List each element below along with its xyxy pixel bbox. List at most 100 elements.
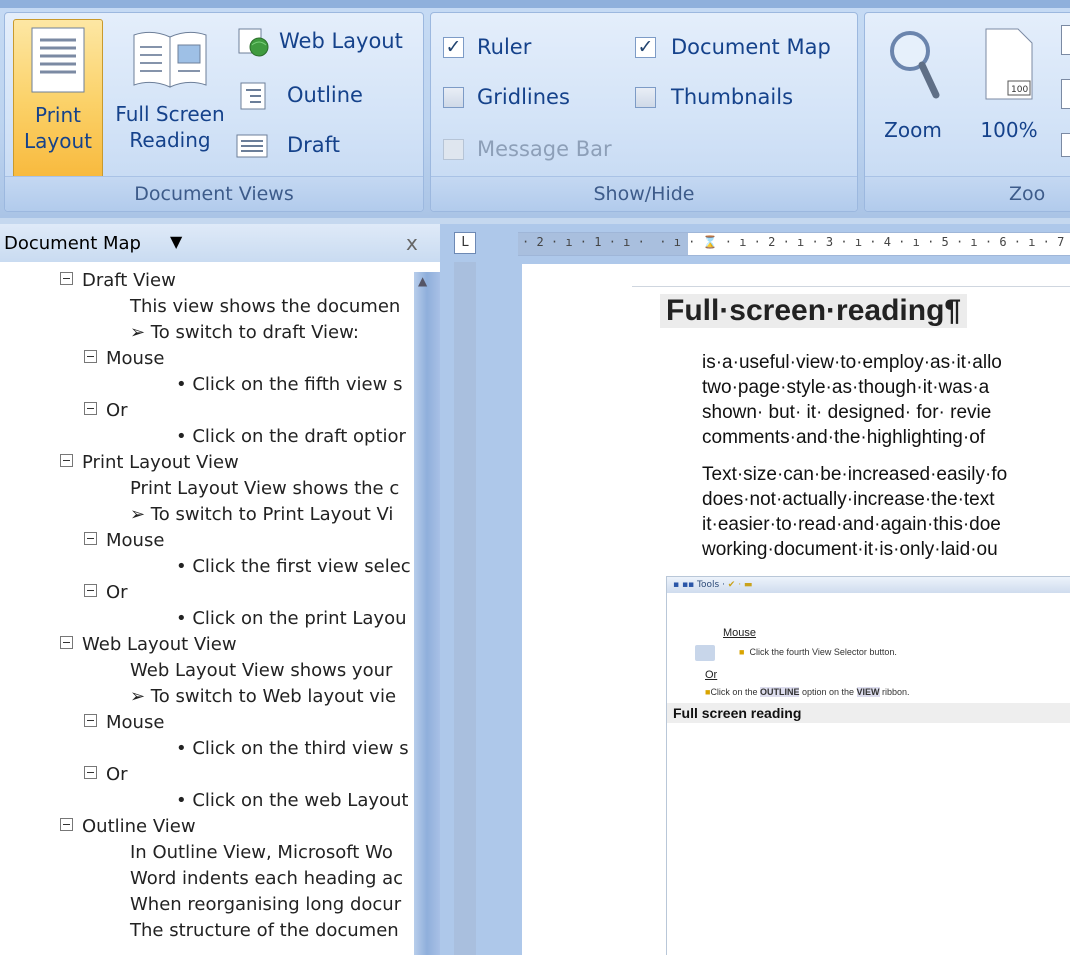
collapse-icon[interactable] — [84, 532, 97, 545]
tree-item-mouse[interactable]: Mouse — [84, 346, 164, 372]
tree-item[interactable]: Word indents each heading ac — [130, 866, 403, 892]
draft-button[interactable]: Draft — [235, 129, 421, 165]
tree-item[interactable]: This view shows the documen — [130, 294, 400, 320]
thumbnails-checkbox[interactable]: Thumbnails — [635, 85, 855, 115]
embedded-toolbar-text: Tools · — [697, 580, 725, 590]
print-layout-label-2: Layout — [24, 129, 92, 153]
document-map-label: Document Map — [671, 35, 831, 59]
tree-item-web-layout-view[interactable]: Web Layout View — [60, 632, 237, 658]
two-pages-icon[interactable] — [1061, 79, 1070, 109]
document-page[interactable]: Full·screen·reading¶ is·a·useful·view·to… — [522, 264, 1070, 955]
print-layout-label-1: Print — [34, 103, 81, 127]
tree-item-mouse[interactable]: Mouse — [84, 528, 164, 554]
ruler-checkbox[interactable]: ✓ Ruler — [443, 35, 613, 65]
document-map-header: Document Map ▼ x — [0, 224, 440, 262]
close-icon[interactable]: x — [406, 231, 418, 255]
bullet-icon: ■ — [739, 647, 745, 657]
paragraph-2-line-1: Text·size·can·be·increased·easily·fo — [702, 464, 1008, 485]
document-map-pane: Document Map ▼ x Draft View This view sh… — [0, 224, 440, 955]
document-map-check-icon: ✓ — [635, 37, 656, 58]
tree-item[interactable]: • Click on the web Layout — [176, 788, 409, 814]
collapse-icon[interactable] — [60, 636, 73, 649]
scroll-up-arrow-icon[interactable]: ▲ — [418, 274, 427, 288]
document-area: L · 2 · ı · 1 · ı · · ı · ⌛ · ı · 2 · ı … — [440, 224, 1070, 955]
paragraph-2-line-4: working·document·it·is·only·laid·ou — [702, 539, 998, 560]
tree-item-outline-view[interactable]: Outline View — [60, 814, 196, 840]
paragraph-2-line-2: does·not·actually·increase·the·text — [702, 489, 995, 510]
tree-item[interactable]: • Click on the fifth view s — [176, 372, 402, 398]
tree-item[interactable]: • Click on the draft optior — [176, 424, 406, 450]
document-map-checkbox[interactable]: ✓ Document Map — [635, 35, 855, 65]
collapse-icon[interactable] — [84, 714, 97, 727]
tree-item-mouse[interactable]: Mouse — [84, 710, 164, 736]
paragraph-1-line-1: is·a·useful·view·to·employ·as·it·allo — [702, 352, 1002, 373]
document-map-scrollbar[interactable] — [414, 272, 440, 955]
tree-item[interactable]: In Outline View, Microsoft Wo — [130, 840, 393, 866]
tree-item[interactable]: ➢ To switch to Print Layout Vi — [130, 502, 393, 528]
full-screen-reading-label-2: Reading — [129, 128, 211, 152]
document-views-group-label: Document Views — [5, 176, 423, 211]
web-layout-button[interactable]: Web Layout — [235, 25, 421, 61]
gridlines-check-icon — [443, 87, 464, 108]
ruler-label: Ruler — [477, 35, 532, 59]
embedded-heading: Full screen reading — [667, 703, 1070, 723]
gridlines-label: Gridlines — [477, 85, 570, 109]
hundred-percent-label: 100% — [980, 118, 1038, 142]
outline-icon — [240, 82, 266, 110]
tree-item[interactable]: The structure of the documen — [130, 918, 399, 944]
collapse-icon[interactable] — [60, 272, 73, 285]
collapse-icon[interactable] — [84, 402, 97, 415]
print-layout-icon — [31, 27, 85, 93]
collapse-icon[interactable] — [60, 818, 73, 831]
vertical-ruler[interactable] — [454, 262, 476, 955]
tree-item[interactable]: • Click on the third view s — [176, 736, 409, 762]
tab-selector-button[interactable]: L — [454, 232, 476, 254]
tree-item[interactable]: • Click on the print Layou — [176, 606, 407, 632]
embedded-toolbar-icons: ✔ · ▬ — [724, 580, 753, 590]
tree-item[interactable]: When reorganising long docur — [130, 892, 401, 918]
magnifier-icon — [890, 31, 940, 99]
full-screen-reading-button[interactable]: Full Screen Reading — [111, 19, 229, 181]
draft-icon — [236, 134, 268, 158]
tree-item-draft-view[interactable]: Draft View — [60, 272, 176, 294]
collapse-icon[interactable] — [84, 766, 97, 779]
collapse-icon[interactable] — [60, 454, 73, 467]
web-layout-label: Web Layout — [279, 29, 403, 53]
tree-item[interactable]: ➢ To switch to Web layout vie — [130, 684, 396, 710]
collapse-icon[interactable] — [84, 350, 97, 363]
full-screen-reading-label-1: Full Screen — [115, 102, 225, 126]
document-map-dropdown-icon[interactable]: ▼ — [170, 232, 182, 251]
tree-item-or[interactable]: Or — [84, 580, 128, 606]
paragraph-1-line-3: shown· but· it· designed· for· revie — [702, 402, 992, 423]
document-views-group: Print Layout Full Screen Reading Web Lay… — [4, 12, 424, 212]
outline-button[interactable]: Outline — [235, 79, 421, 115]
message-bar-checkbox: Message Bar — [443, 137, 643, 167]
embedded-or-link: Or — [705, 669, 718, 681]
print-layout-button[interactable]: Print Layout — [13, 19, 103, 181]
show-hide-group: ✓ Ruler Gridlines Message Bar ✓ Document… — [430, 12, 858, 212]
tree-item-or[interactable]: Or — [84, 762, 128, 788]
thumbnails-check-icon — [635, 87, 656, 108]
embedded-bullet-2: ■Click on the OUTLINE option on the VIEW… — [705, 687, 910, 697]
thumbnails-label: Thumbnails — [671, 85, 794, 109]
tree-item[interactable]: ➢ To switch to draft View: — [130, 320, 359, 346]
hundred-icon-text: 100 — [1011, 85, 1028, 95]
book-icon — [133, 31, 207, 88]
collapse-icon[interactable] — [84, 584, 97, 597]
tree-item-or[interactable]: Or — [84, 398, 128, 424]
gridlines-checkbox[interactable]: Gridlines — [443, 85, 613, 115]
page-width-icon[interactable] — [1061, 133, 1070, 157]
ruler-ticks: · 2 · ı · 1 · ı · · ı · ⌛ · ı · 2 · ı · … — [522, 235, 1065, 249]
paragraph-2-line-3: it·easier·to·read·and·again·this·doe — [702, 514, 1001, 535]
paragraph-1-line-2: two·page·style·as·though·it·was·a — [702, 377, 990, 398]
tree-item[interactable]: Web Layout View shows your — [130, 658, 392, 684]
zoom-group: Zoom 100 100% Zoo — [864, 12, 1070, 212]
tree-item[interactable]: Print Layout View shows the c — [130, 476, 399, 502]
tree-item[interactable]: • Click the first view selec — [176, 554, 411, 580]
horizontal-ruler[interactable]: · 2 · ı · 1 · ı · · ı · ⌛ · ı · 2 · ı · … — [518, 232, 1070, 256]
tree-item-print-layout-view[interactable]: Print Layout View — [60, 450, 239, 476]
one-page-icon[interactable] — [1061, 25, 1070, 55]
zoom-button[interactable]: Zoom — [873, 19, 953, 159]
hundred-percent-button[interactable]: 100 100% — [969, 19, 1049, 159]
message-bar-check-icon — [443, 139, 464, 160]
